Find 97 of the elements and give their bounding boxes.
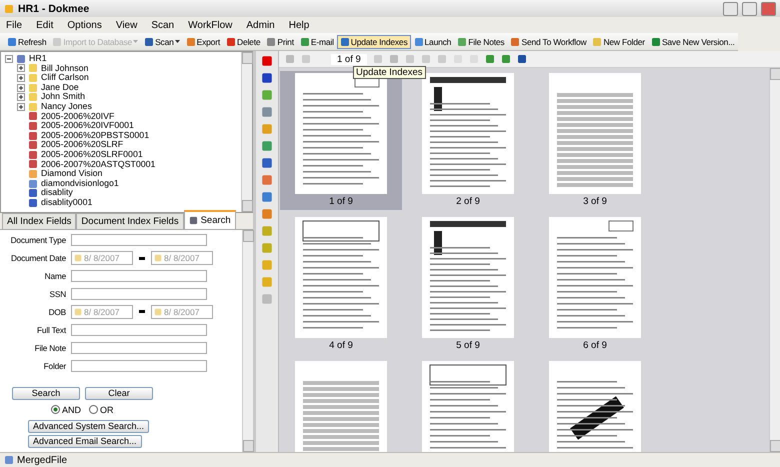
- page-thumbnail[interactable]: [422, 217, 514, 338]
- field-label: File Note: [34, 342, 66, 354]
- tree-item[interactable]: diamondvisionlogo1: [41, 178, 119, 188]
- tab[interactable]: Document Index Fields: [76, 213, 184, 229]
- tree-item[interactable]: 2005-2006%20IVF: [41, 112, 114, 122]
- expand-icon[interactable]: [17, 84, 25, 92]
- toolbar-button[interactable]: New Folder: [589, 34, 648, 48]
- tree-item[interactable]: Nancy Jones: [41, 102, 92, 112]
- input-field[interactable]: [71, 234, 207, 246]
- tree-item[interactable]: HR1: [5, 54, 237, 64]
- tree-item[interactable]: disablity: [41, 188, 73, 198]
- field-label: Folder: [42, 360, 66, 372]
- page-thumbnail[interactable]: [422, 361, 514, 452]
- caret-icon: [174, 40, 180, 43]
- expand-icon[interactable]: [17, 64, 25, 72]
- tree-item[interactable]: 2005-2006%20SLRF0001: [41, 150, 143, 160]
- toolbar-button[interactable]: Refresh: [4, 34, 50, 48]
- tree-item[interactable]: John Smith: [41, 92, 86, 102]
- page-label: 6 of 9: [582, 339, 608, 353]
- scrollbar[interactable]: [769, 68, 780, 452]
- tree-item[interactable]: 2005-2006%20SLRF: [41, 140, 124, 150]
- field-label: DOB: [48, 306, 66, 318]
- radio-option[interactable]: OR: [89, 404, 114, 415]
- tree-item[interactable]: Cliff Carlson: [41, 73, 89, 83]
- field-label: SSN: [48, 288, 66, 300]
- menu-item[interactable]: Options: [67, 20, 102, 30]
- menu-item[interactable]: Edit: [36, 20, 54, 30]
- form-button[interactable]: Clear: [85, 386, 153, 400]
- tab[interactable]: All Index Fields: [2, 213, 76, 229]
- page-thumbnail[interactable]: [295, 217, 387, 338]
- range-dash: [138, 256, 146, 260]
- input-field[interactable]: [71, 270, 207, 282]
- close-button[interactable]: [761, 2, 776, 16]
- expand-icon[interactable]: [17, 93, 25, 102]
- page-thumbnail[interactable]: [549, 361, 641, 452]
- field-label: Name: [44, 270, 66, 282]
- toolbar-button[interactable]: Launch: [410, 34, 454, 48]
- maximize-button[interactable]: [742, 2, 757, 16]
- tooltip: Update Indexes: [353, 66, 426, 79]
- toolbar-button[interactable]: Scan: [141, 34, 183, 48]
- page-label: 3 of 9: [582, 195, 608, 209]
- toolbar-button[interactable]: Save New Version...: [648, 34, 738, 48]
- toolbar-button[interactable]: Export: [182, 34, 224, 48]
- tree-item[interactable]: 2006-2007%20ASTQST0001: [41, 160, 156, 170]
- toolbar-button[interactable]: File Notes: [454, 34, 508, 48]
- page-label: 1 of 9: [280, 194, 402, 210]
- page-label: 4 of 9: [328, 339, 354, 353]
- window-title: HR1 - Dokmee: [18, 2, 90, 14]
- menu-item[interactable]: Admin: [246, 20, 275, 30]
- page-thumbnail[interactable]: [295, 361, 387, 452]
- toolbar-button[interactable]: Send To Workflow: [507, 34, 590, 48]
- page-label: 5 of 9: [455, 339, 481, 353]
- caret-icon: [133, 40, 138, 43]
- radio-icon[interactable]: [51, 405, 60, 414]
- advanced-search-button[interactable]: Advanced Email Search...: [28, 434, 142, 448]
- radio-option[interactable]: AND: [51, 404, 82, 415]
- toolbar-button[interactable]: Update Indexes: [336, 34, 411, 48]
- tree-item[interactable]: Diamond Vision: [41, 169, 102, 179]
- tree-item[interactable]: Bill Johnson: [41, 64, 88, 74]
- page-thumbnail[interactable]: [549, 217, 641, 338]
- tree-item[interactable]: disablity0001: [41, 198, 92, 208]
- field-label: Document Date: [10, 252, 66, 264]
- scrollbar[interactable]: [242, 230, 253, 452]
- input-field[interactable]: [71, 288, 207, 300]
- form-button[interactable]: Search: [12, 386, 80, 400]
- minimize-button[interactable]: [723, 2, 738, 16]
- toolbar-button[interactable]: Print: [263, 34, 297, 48]
- tree-item[interactable]: 2005-2006%20IVF0001: [41, 121, 134, 131]
- tab[interactable]: Search: [184, 210, 236, 229]
- menu-item[interactable]: View: [116, 20, 138, 30]
- field-label: Document Type: [10, 234, 66, 246]
- tree-label: HR1: [29, 54, 47, 64]
- page-thumbnail[interactable]: [549, 73, 641, 194]
- input-field[interactable]: [71, 342, 207, 354]
- color-swatch-icon: [261, 55, 273, 67]
- status-text: MergedFile: [17, 454, 68, 466]
- menu-item[interactable]: Scan: [151, 20, 174, 30]
- page-thumbnail[interactable]: [422, 73, 514, 194]
- radio-icon[interactable]: [89, 405, 98, 414]
- expand-icon[interactable]: [17, 102, 25, 111]
- menu-item[interactable]: WorkFlow: [188, 20, 232, 30]
- tree-item[interactable]: 2005-2006%20PBSTS0001: [41, 130, 150, 140]
- menu-item[interactable]: Help: [288, 20, 310, 30]
- toolbar-button[interactable]: Delete: [223, 34, 264, 48]
- tree-item[interactable]: Jane Doe: [41, 82, 79, 92]
- toolbar-button[interactable]: E-mail: [296, 34, 337, 48]
- input-field[interactable]: [71, 324, 207, 336]
- expand-icon[interactable]: [17, 74, 25, 82]
- field-label: Full Text: [36, 324, 66, 336]
- scrollbar[interactable]: [241, 52, 252, 212]
- collapse-icon[interactable]: [5, 54, 13, 63]
- page-indicator[interactable]: 1 of 9: [331, 54, 367, 64]
- range-dash: [138, 310, 146, 314]
- input-field[interactable]: [71, 360, 207, 372]
- advanced-search-button[interactable]: Advanced System Search...: [28, 420, 150, 433]
- menu-item[interactable]: File: [6, 20, 22, 30]
- page-label: 2 of 9: [455, 195, 481, 209]
